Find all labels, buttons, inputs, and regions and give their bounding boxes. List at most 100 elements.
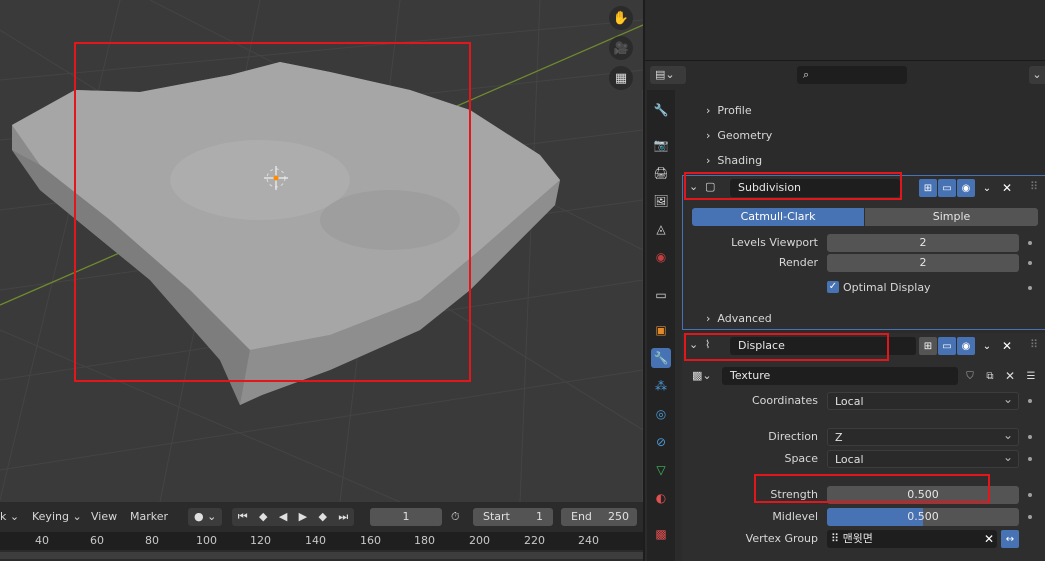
view-menu[interactable]: View — [91, 509, 117, 525]
tab-object[interactable]: ▣ — [651, 320, 671, 340]
tab-texture[interactable]: ▩ — [651, 524, 671, 544]
unlink-texture-icon[interactable]: ✕ — [1001, 367, 1019, 385]
direction-dropdown[interactable]: Z — [827, 426, 1019, 446]
tab-collection[interactable]: ▭ — [651, 285, 671, 305]
jump-end-icon[interactable]: ⏭ — [338, 508, 348, 526]
tab-material[interactable]: ◐ — [651, 488, 671, 508]
start-value: 1 — [536, 510, 543, 523]
tool-icon: 🔧 — [653, 103, 669, 117]
play-reverse-icon[interactable]: ◀ — [279, 508, 287, 526]
editor-type-dropdown[interactable]: ▤⌄ — [650, 66, 686, 84]
tab-render[interactable]: 📷 — [651, 135, 671, 155]
jump-start-icon[interactable]: ⏮ — [238, 508, 248, 526]
levels-viewport-field[interactable]: 2 — [827, 234, 1019, 252]
keying-menu[interactable]: Keying ⌄ — [32, 509, 82, 525]
animate-dot-icon[interactable] — [1028, 286, 1032, 290]
animate-dot-icon[interactable] — [1028, 435, 1032, 439]
drag-handle-icon[interactable]: ⠿ — [1030, 180, 1038, 193]
perspective-toggle-button[interactable]: ▦ — [609, 66, 633, 90]
marker-menu[interactable]: Marker — [130, 509, 168, 525]
optimal-display-checkbox[interactable]: ✓ — [827, 281, 839, 293]
frame-ruler[interactable]: 40 60 80 100 120 140 160 180 200 220 240 — [0, 532, 643, 550]
playback-menu[interactable]: k ⌄ — [0, 509, 19, 525]
tab-output[interactable]: 🖨 — [651, 163, 671, 183]
section-profile[interactable]: › Profile — [706, 104, 752, 117]
ruler-tick: 140 — [305, 534, 326, 547]
end-frame-field[interactable]: End 250 — [561, 508, 637, 526]
tab-data[interactable]: ▽ — [651, 460, 671, 480]
keyframe-dot-dropdown[interactable]: ● ⌄ — [188, 508, 222, 526]
tab-scene[interactable]: ◬ — [651, 219, 671, 239]
grid-icon: ▦ — [614, 70, 628, 86]
camera-view-button[interactable]: 🎥 — [609, 36, 633, 60]
hand-icon: ✋ — [612, 10, 630, 26]
edit-mode-toggle-icon[interactable]: ⊞ — [919, 179, 937, 197]
ruler-tick: 180 — [414, 534, 435, 547]
pan-hand-button[interactable]: ✋ — [609, 6, 633, 30]
drag-handle-icon[interactable]: ⠿ — [1030, 338, 1038, 351]
space-dropdown[interactable]: Local — [827, 448, 1019, 468]
tab-tool[interactable]: 🔧 — [651, 100, 671, 120]
texture-browse-button[interactable]: ▩⌄ — [692, 367, 720, 385]
coordinates-dropdown[interactable]: Local — [827, 390, 1019, 410]
modifier-menu-chevron-icon[interactable]: ⌄ — [978, 337, 996, 355]
particles-icon: ⁂ — [655, 379, 667, 393]
viewport-display-toggle-icon[interactable]: ▭ — [938, 337, 956, 355]
animate-dot-icon[interactable] — [1028, 261, 1032, 265]
playback-controls: ⏮ ◆ ◀ ▶ ◆ ⏭ — [232, 508, 354, 526]
viewport-display-toggle-icon[interactable]: ▭ — [938, 179, 956, 197]
tab-simple[interactable]: Simple — [865, 208, 1038, 226]
tab-physics[interactable]: ◎ — [651, 404, 671, 424]
current-frame-field[interactable]: 1 — [370, 508, 442, 526]
invert-vertex-group-icon[interactable]: ↔ — [1001, 530, 1019, 548]
start-label: Start — [483, 510, 510, 523]
start-frame-field[interactable]: Start 1 — [473, 508, 553, 526]
clear-vertex-group-icon[interactable]: ✕ — [980, 530, 998, 548]
constraints-icon: ⊘ — [655, 435, 667, 449]
duplicate-texture-icon[interactable]: ⧉ — [981, 367, 999, 385]
vertex-group-field[interactable]: ⠿ 맨윗면 — [827, 530, 997, 548]
midlevel-slider[interactable]: 0.500 — [827, 508, 1019, 526]
collection-icon: ▭ — [655, 288, 667, 302]
animate-dot-icon[interactable] — [1028, 457, 1032, 461]
remove-subdivision-icon[interactable]: ✕ — [998, 179, 1016, 197]
animate-dot-icon[interactable] — [1028, 493, 1032, 497]
animate-dot-icon[interactable] — [1028, 515, 1032, 519]
section-advanced[interactable]: › Advanced — [706, 312, 772, 325]
ruler-tick: 200 — [469, 534, 490, 547]
texture-name-field[interactable]: Texture — [722, 367, 958, 385]
remove-displace-icon[interactable]: ✕ — [998, 337, 1016, 355]
play-icon[interactable]: ▶ — [299, 508, 307, 526]
tab-particles[interactable]: ⁂ — [651, 376, 671, 396]
physics-icon: ◎ — [655, 407, 667, 421]
modifier-menu-chevron-icon[interactable]: ⌄ — [978, 179, 996, 197]
levels-viewport-label: Levels Viewport — [731, 236, 818, 249]
output-icon: 🖨 — [653, 166, 669, 180]
tab-modifiers[interactable]: 🔧 — [651, 348, 671, 368]
tab-catmull-clark[interactable]: Catmull-Clark — [692, 208, 864, 226]
section-shading[interactable]: › Shading — [706, 154, 762, 167]
end-value: 250 — [608, 510, 629, 523]
prev-keyframe-icon[interactable]: ◆ — [259, 508, 267, 526]
render-toggle-icon[interactable]: ◉ — [957, 179, 975, 197]
section-geometry[interactable]: › Geometry — [706, 129, 772, 142]
texture-icon: ▩ — [655, 527, 667, 541]
edit-mode-toggle-icon[interactable]: ⊞ — [919, 337, 937, 355]
stopwatch-icon[interactable]: ⏱ — [451, 509, 460, 525]
ruler-tick: 240 — [578, 534, 599, 547]
tab-constraints[interactable]: ⊘ — [651, 432, 671, 452]
end-label: End — [571, 510, 592, 523]
animate-dot-icon[interactable] — [1028, 399, 1032, 403]
timeline-scrollbar[interactable] — [0, 552, 643, 559]
fake-user-shield-icon[interactable]: ⛉ — [961, 367, 979, 385]
render-levels-field[interactable]: 2 — [827, 254, 1019, 272]
texture-properties-icon[interactable]: ☰ — [1022, 367, 1040, 385]
render-toggle-icon[interactable]: ◉ — [957, 337, 975, 355]
properties-search-input[interactable]: ⌕ — [797, 66, 907, 84]
tab-view-layer[interactable]: 🖼 — [651, 191, 671, 211]
tab-world[interactable]: ◉ — [651, 247, 671, 267]
animate-dot-icon[interactable] — [1028, 241, 1032, 245]
next-keyframe-icon[interactable]: ◆ — [319, 508, 327, 526]
3d-viewport[interactable]: ✋ 🎥 ▦ — [0, 0, 643, 502]
options-dropdown[interactable]: ⌄ — [1029, 66, 1045, 84]
